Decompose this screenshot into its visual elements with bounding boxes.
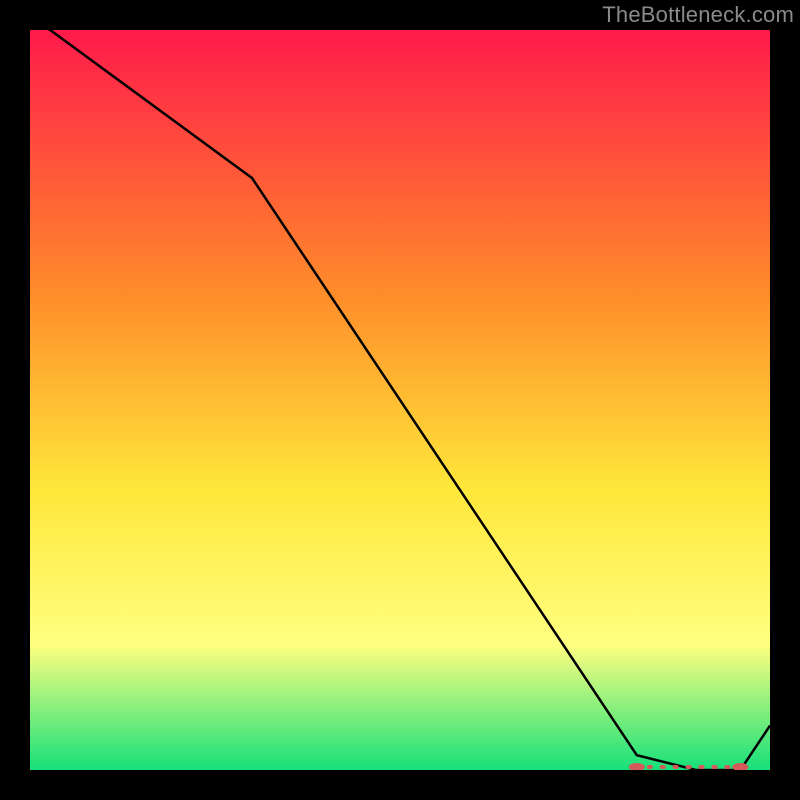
optimal-tick-marker <box>724 765 730 769</box>
optimal-tick-marker <box>673 765 679 769</box>
optimal-tick-marker <box>699 765 705 769</box>
optimal-tick-marker <box>712 765 718 769</box>
chart-svg <box>30 30 770 770</box>
chart-frame: TheBottleneck.com <box>0 0 800 800</box>
optimal-tick-marker <box>686 765 692 769</box>
attribution-label: TheBottleneck.com <box>602 2 794 28</box>
optimal-tick-marker <box>660 765 666 769</box>
plot-area <box>30 30 770 770</box>
optimal-tick-marker <box>647 765 653 769</box>
